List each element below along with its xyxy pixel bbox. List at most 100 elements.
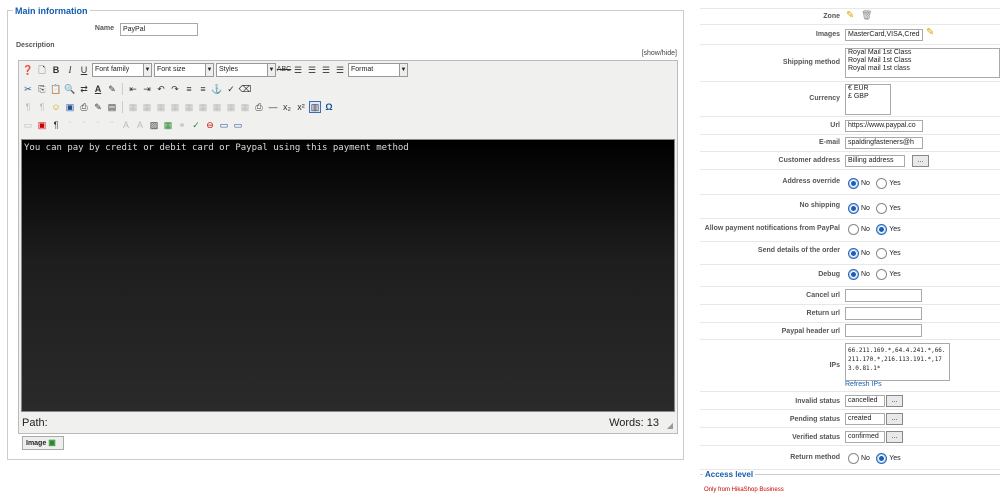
image-button[interactable]: Image ▣	[22, 436, 64, 450]
no-shipping-yes-radio[interactable]	[876, 203, 888, 214]
verified-status-select-button[interactable]: ...	[886, 431, 903, 443]
bullet-list-icon[interactable]: ≡	[197, 83, 209, 95]
media-icon[interactable]: ▣	[64, 101, 76, 113]
align-justify-icon[interactable]: ☰	[334, 64, 346, 76]
cite-icon[interactable]: ¨	[64, 119, 76, 131]
return-method-yes-radio[interactable]	[876, 453, 888, 464]
rtl-icon[interactable]: ¶	[36, 101, 48, 113]
customer-address-select-button[interactable]: ...	[912, 155, 929, 167]
image-insert-icon[interactable]: ▨	[148, 119, 160, 131]
paypal-header-url-input[interactable]	[845, 324, 922, 337]
italic-icon[interactable]: I	[64, 64, 76, 76]
visual-aid-icon[interactable]: ▥	[309, 101, 321, 113]
outdent-icon[interactable]: ⇤	[127, 83, 139, 95]
cell-props-icon[interactable]: ▦	[155, 101, 167, 113]
url-input[interactable]: https://www.paypal.co	[845, 120, 923, 132]
table-icon[interactable]: ▦	[127, 101, 139, 113]
split-cells-icon[interactable]: ▦	[239, 101, 251, 113]
special-char-icon[interactable]: Ω	[323, 101, 335, 113]
eraser-icon[interactable]: ⌫	[239, 83, 252, 95]
abbr-icon[interactable]: ▣	[36, 119, 48, 131]
currency-option[interactable]: £ GBP	[848, 93, 890, 101]
cancel-url-input[interactable]	[845, 289, 922, 302]
address-override-no-radio[interactable]	[848, 178, 859, 189]
debug-yes-radio[interactable]	[876, 269, 888, 280]
fullscreen-icon[interactable]: ▭	[218, 119, 230, 131]
delete-col-icon[interactable]: ▦	[211, 101, 223, 113]
debug-no-radio[interactable]	[848, 269, 859, 280]
delete-zone-icon[interactable]: 🗑	[861, 10, 872, 21]
merge-cells-icon[interactable]: ▦	[225, 101, 237, 113]
edit-zone-icon[interactable]: ✎	[846, 10, 854, 21]
insert-row-icon[interactable]: ▦	[169, 101, 181, 113]
images-input[interactable]: MasterCard,VISA,Cred	[845, 29, 923, 41]
font-family-select[interactable]: Font family ▼	[92, 63, 152, 77]
undo-icon[interactable]: ↶	[155, 83, 167, 95]
attribs-icon[interactable]: A	[134, 119, 146, 131]
insert-layer-icon[interactable]: ▭	[22, 119, 34, 131]
cut-icon[interactable]: ✂	[22, 83, 34, 95]
return-method-no-radio[interactable]	[848, 453, 859, 464]
format-select[interactable]: Format ▼	[348, 63, 408, 77]
spellcheck-icon[interactable]: ✓	[190, 119, 202, 131]
bold-icon[interactable]: B	[50, 64, 62, 76]
shipping-method-select[interactable]: Royal Mail 1st Class Royal Mail 1st Clas…	[845, 48, 1000, 78]
anchor-icon[interactable]: ⚓	[211, 83, 223, 95]
no-shipping-no-radio[interactable]	[848, 203, 859, 214]
help-icon[interactable]: ❓	[22, 64, 34, 76]
styles-select[interactable]: Styles ▼	[216, 63, 276, 77]
resize-handle-icon[interactable]: ◢	[667, 421, 673, 430]
page-icon[interactable]: ▤	[106, 101, 118, 113]
delete-row-icon[interactable]: ▦	[183, 101, 195, 113]
name-input[interactable]: PayPal	[120, 23, 198, 36]
send-details-yes-radio[interactable]	[876, 248, 888, 259]
align-left-icon[interactable]: ☰	[292, 64, 304, 76]
template-icon[interactable]: ▦	[162, 119, 174, 131]
invalid-status-select-button[interactable]: ...	[886, 395, 903, 407]
new-document-icon[interactable]: 🗋	[36, 64, 48, 76]
shipping-option[interactable]: Royal mail 1st class	[848, 65, 999, 73]
print-preview-icon[interactable]: ⎙	[78, 101, 90, 113]
replace-icon[interactable]: ⇄	[78, 83, 90, 95]
nonbreaking-icon[interactable]: ⚭	[176, 119, 188, 131]
copy-icon[interactable]: ⎘	[36, 83, 48, 95]
ins-icon[interactable]: ¨	[106, 119, 118, 131]
address-override-yes-radio[interactable]	[876, 178, 888, 189]
email-input[interactable]: spaldingfasteners@h	[845, 137, 923, 149]
edit-images-icon[interactable]: ✎	[926, 27, 934, 38]
return-url-input[interactable]	[845, 307, 922, 320]
subscript-icon[interactable]: x₂	[281, 101, 293, 113]
allow-notifications-no-radio[interactable]	[848, 224, 859, 235]
find-icon[interactable]: 🔍	[64, 83, 76, 95]
currency-select[interactable]: € EUR £ GBP	[845, 84, 891, 115]
style-props-icon[interactable]: A	[120, 119, 132, 131]
ltr-icon[interactable]: ¶	[22, 101, 34, 113]
pagebreak-icon[interactable]: ⊖	[204, 119, 216, 131]
align-center-icon[interactable]: ☰	[306, 64, 318, 76]
shipping-option[interactable]: Royal Mail 1st Class	[848, 49, 999, 57]
refresh-ips-link[interactable]: Refresh IPs	[845, 381, 882, 388]
edit-icon[interactable]: ✎	[92, 101, 104, 113]
superscript-icon[interactable]: x²	[295, 101, 307, 113]
indent-icon[interactable]: ⇥	[141, 83, 153, 95]
send-details-no-radio[interactable]	[848, 248, 859, 259]
del-icon[interactable]: ¨	[92, 119, 104, 131]
ordered-list-icon[interactable]: ≡	[183, 83, 195, 95]
editor-content-area[interactable]: You can pay by credit or debit card or P…	[21, 139, 675, 412]
pending-status-select-button[interactable]: ...	[886, 413, 903, 425]
show-hide-link[interactable]: [show/hide]	[642, 50, 677, 57]
ips-textarea[interactable]: 66.211.169.*,64.4.241.*,66.211.170.*,216…	[845, 343, 950, 381]
currency-option[interactable]: € EUR	[848, 85, 890, 93]
text-color-icon[interactable]: A	[92, 83, 104, 95]
insert-col-icon[interactable]: ▦	[197, 101, 209, 113]
acronym-icon[interactable]: ¨	[78, 119, 90, 131]
highlight-color-icon[interactable]: ✎	[106, 83, 118, 95]
print-icon[interactable]: ⎙	[253, 101, 265, 113]
redo-icon[interactable]: ↷	[169, 83, 181, 95]
strikethrough-icon[interactable]: ABC	[277, 64, 291, 76]
code-view-icon[interactable]: ▭	[232, 119, 244, 131]
shipping-option[interactable]: Royal Mail 1st Class	[848, 57, 999, 65]
row-props-icon[interactable]: ▦	[141, 101, 153, 113]
allow-notifications-yes-radio[interactable]	[876, 224, 888, 235]
emoticon-icon[interactable]: ☺	[50, 101, 62, 113]
